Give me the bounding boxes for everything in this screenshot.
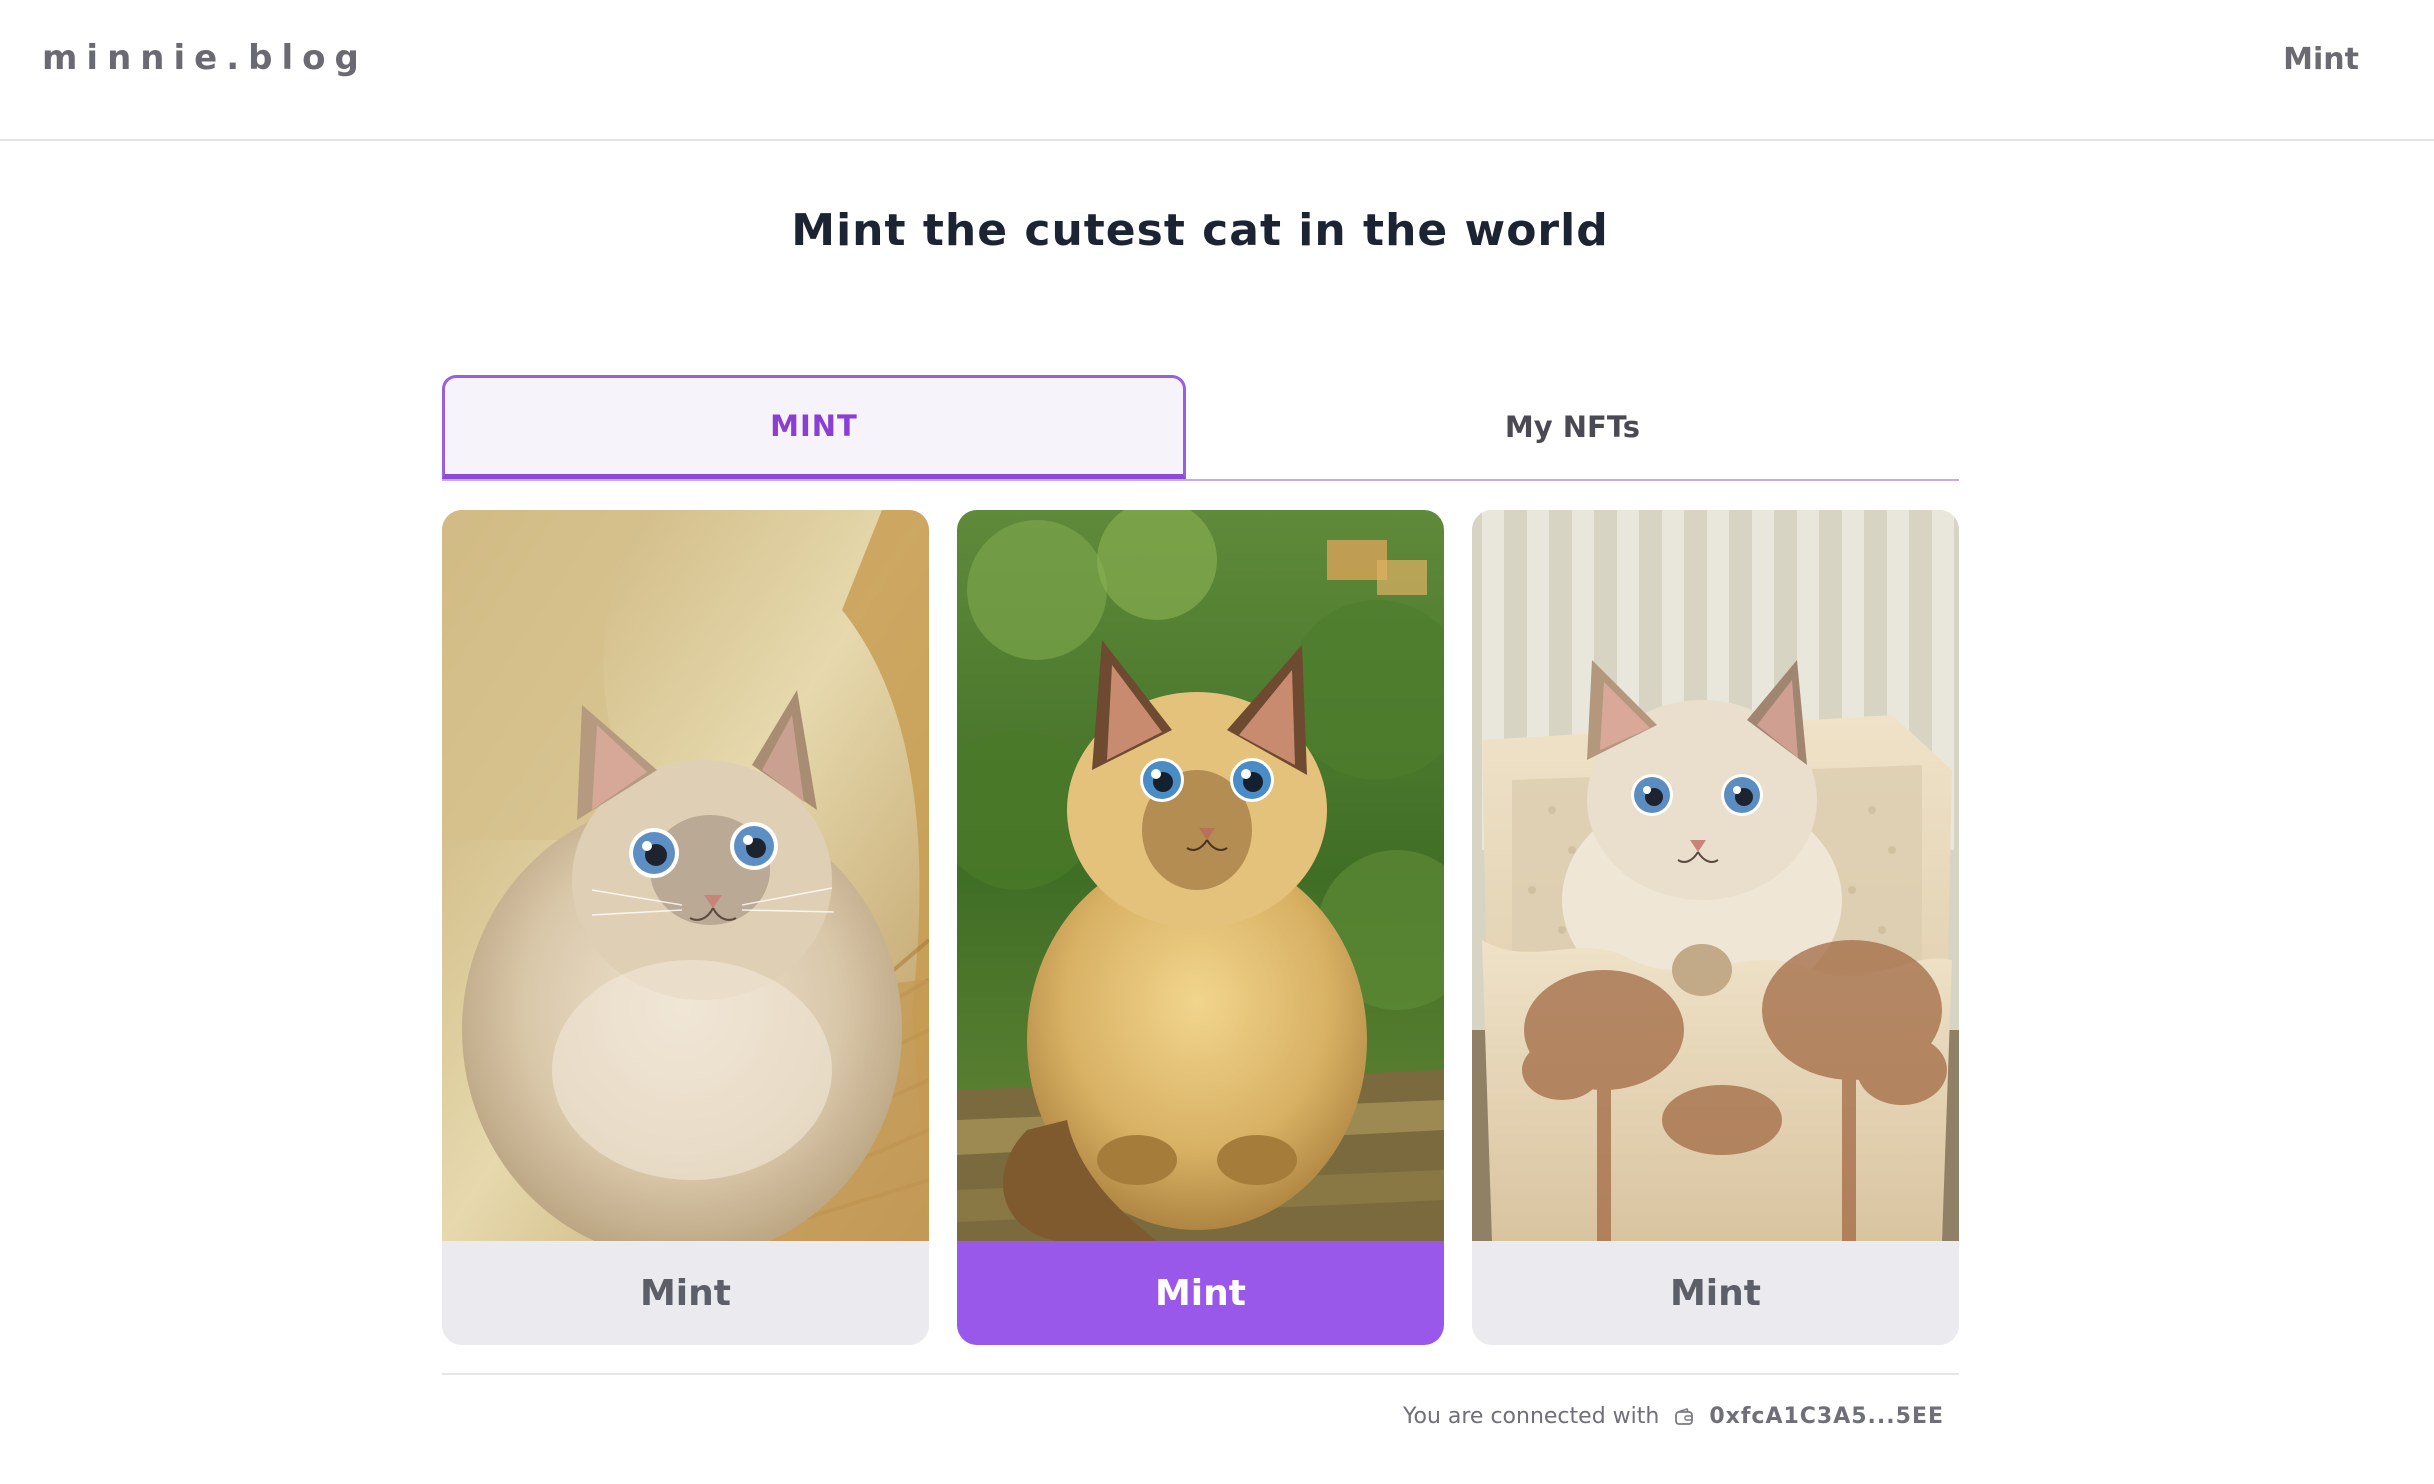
mint-button-3[interactable]: Mint	[1472, 1241, 1959, 1345]
tab-my-nfts[interactable]: My NFTs	[1186, 375, 1959, 479]
nft-card-2: Mint	[957, 510, 1444, 1345]
mint-button-2[interactable]: Mint	[957, 1241, 1444, 1345]
cat-on-wicker-chair-image	[442, 510, 929, 1241]
nft-card-1: Mint	[442, 510, 929, 1345]
cat-on-wooden-bench-garden-image	[957, 510, 1444, 1241]
tab-mint[interactable]: MINT	[442, 375, 1186, 479]
tab-bar: MINT My NFTs	[442, 375, 1959, 481]
site-logo[interactable]: minnie.blog	[42, 38, 368, 78]
page-title: Mint the cutest cat in the world	[791, 205, 1609, 256]
cat-in-paper-bag-image	[1472, 510, 1959, 1241]
footer-divider	[442, 1373, 1959, 1375]
wallet-status: You are connected with 0xfcA1C3A5...5EE	[1403, 1404, 1944, 1429]
connected-text: You are connected with	[1402, 1404, 1660, 1429]
nft-card-3: Mint	[1472, 510, 1959, 1345]
wallet-icon	[1675, 1407, 1694, 1425]
mint-button-1[interactable]: Mint	[442, 1241, 929, 1345]
wallet-address[interactable]: 0xfcA1C3A5...5EE	[1709, 1404, 1944, 1429]
nav-mint-link[interactable]: Mint	[2283, 42, 2359, 77]
site-header: minnie.blog Mint	[0, 0, 2434, 141]
